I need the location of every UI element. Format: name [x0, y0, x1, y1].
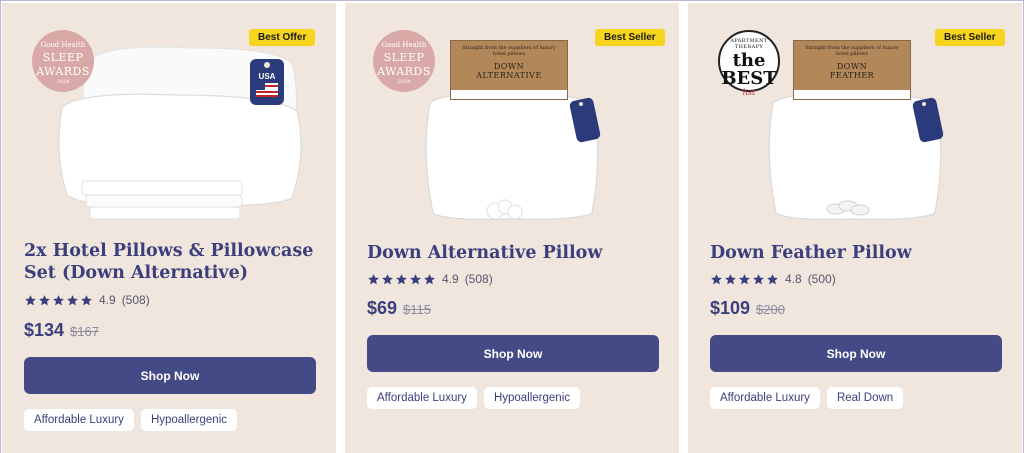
sleep-award-seal: Good Health SLEEP AWARDS 2024 [32, 30, 94, 92]
star-icon [739, 273, 750, 284]
svg-text:USA: USA [259, 72, 276, 81]
original-price: $115 [403, 302, 432, 317]
box-name-line2: ALTERNATIVE [476, 71, 542, 80]
award-line2: SLEEP [42, 51, 84, 64]
shop-now-button[interactable]: Shop Now [24, 357, 316, 394]
original-price: $167 [70, 324, 99, 339]
product-image[interactable]: Straight from the suppliers of luxury ho… [688, 3, 1022, 235]
product-image[interactable]: USA Good Health SLEEP AWARDS 2024 Best O… [2, 3, 336, 235]
box-name-line2: FEATHER [829, 71, 875, 80]
review-count: (508) [464, 272, 493, 286]
star-icon [711, 273, 722, 284]
feature-tags: Affordable Luxury Hypoallergenic [367, 387, 581, 409]
box-name-line1: DOWN [836, 62, 868, 71]
current-price: $69 [367, 298, 398, 318]
best-offer-badge: Best Offer [249, 29, 316, 46]
product-title[interactable]: 2x Hotel Pillows & Pillowcase Set (Down … [24, 240, 324, 284]
feature-tags: Affordable Luxury Hypoallergenic [24, 409, 238, 431]
original-price: $200 [756, 302, 785, 317]
product-title[interactable]: Down Feather Pillow [710, 242, 1010, 264]
award-year: 2024 [397, 79, 411, 85]
award-line1: Good Health [40, 41, 86, 49]
review-count: (500) [807, 272, 836, 286]
star-icon [39, 294, 50, 305]
rating-row: 4.8 (500) [710, 272, 836, 286]
feature-tags: Affordable Luxury Real Down [710, 387, 904, 409]
review-count: (508) [121, 293, 150, 307]
shop-now-button[interactable]: Shop Now [367, 335, 659, 372]
star-rating-icon [367, 273, 436, 286]
price-row: $69 $115 [367, 298, 431, 319]
best-seller-badge: Best Seller [595, 29, 665, 46]
current-price: $109 [710, 298, 751, 318]
sleep-award-seal: Good Health SLEEP AWARDS 2024 [373, 30, 435, 92]
feature-tag: Hypoallergenic [140, 409, 238, 431]
feature-tag: Affordable Luxury [367, 387, 477, 409]
star-icon [424, 273, 435, 284]
price-row: $134 $167 [24, 320, 99, 341]
star-icon [368, 273, 379, 284]
award-line2: the BEST [721, 50, 777, 89]
feature-tag: Hypoallergenic [483, 387, 581, 409]
feature-tag: Affordable Luxury [24, 409, 134, 431]
award-line1: APARTMENT THERAPY [730, 38, 768, 50]
star-icon [767, 273, 778, 284]
product-image[interactable]: Straight from the suppliers of luxury ho… [345, 3, 679, 235]
usa-tag-icon: USA [250, 59, 284, 105]
feature-tag: Affordable Luxury [710, 387, 820, 409]
award-line1: Good Health [381, 41, 427, 49]
award-line2: SLEEP [383, 51, 425, 64]
award-line3: AWARDS [36, 65, 90, 78]
star-icon [25, 294, 36, 305]
star-icon [382, 273, 393, 284]
feature-tag: Real Down [826, 387, 904, 409]
best-seller-badge: Best Seller [935, 29, 1005, 46]
star-icon [81, 294, 92, 305]
box-strip [451, 90, 567, 99]
current-price: $134 [24, 320, 65, 340]
award-line3: list [742, 88, 756, 97]
product-card-down-alternative[interactable]: Straight from the suppliers of luxury ho… [345, 3, 679, 453]
star-icon [753, 273, 764, 284]
product-title[interactable]: Down Alternative Pillow [367, 242, 667, 264]
product-card-hotel-set[interactable]: USA Good Health SLEEP AWARDS 2024 Best O… [2, 3, 336, 453]
rating-row: 4.9 (508) [24, 293, 150, 307]
best-list-seal: APARTMENT THERAPY the BEST list [718, 30, 780, 97]
rating-value: 4.9 [442, 272, 459, 286]
rating-row: 4.9 (508) [367, 272, 493, 286]
product-card-down-feather[interactable]: Straight from the suppliers of luxury ho… [688, 3, 1022, 453]
star-icon [53, 294, 64, 305]
shop-now-button[interactable]: Shop Now [710, 335, 1002, 372]
product-box: Straight from the suppliers of luxury ho… [793, 40, 911, 100]
box-tagline: Straight from the suppliers of luxury ho… [805, 45, 899, 57]
award-line3: AWARDS [377, 65, 431, 78]
star-icon [396, 273, 407, 284]
box-tagline: Straight from the suppliers of luxury ho… [462, 45, 556, 57]
product-box: Straight from the suppliers of luxury ho… [450, 40, 568, 100]
star-icon [410, 273, 421, 284]
star-rating-icon [710, 273, 779, 286]
award-year: 2024 [56, 79, 70, 85]
box-name-line1: DOWN [493, 62, 525, 71]
star-rating-icon [24, 294, 93, 307]
rating-value: 4.8 [785, 272, 802, 286]
rating-value: 4.9 [99, 293, 116, 307]
box-strip [794, 90, 910, 99]
star-icon [725, 273, 736, 284]
price-row: $109 $200 [710, 298, 785, 319]
star-icon [67, 294, 78, 305]
